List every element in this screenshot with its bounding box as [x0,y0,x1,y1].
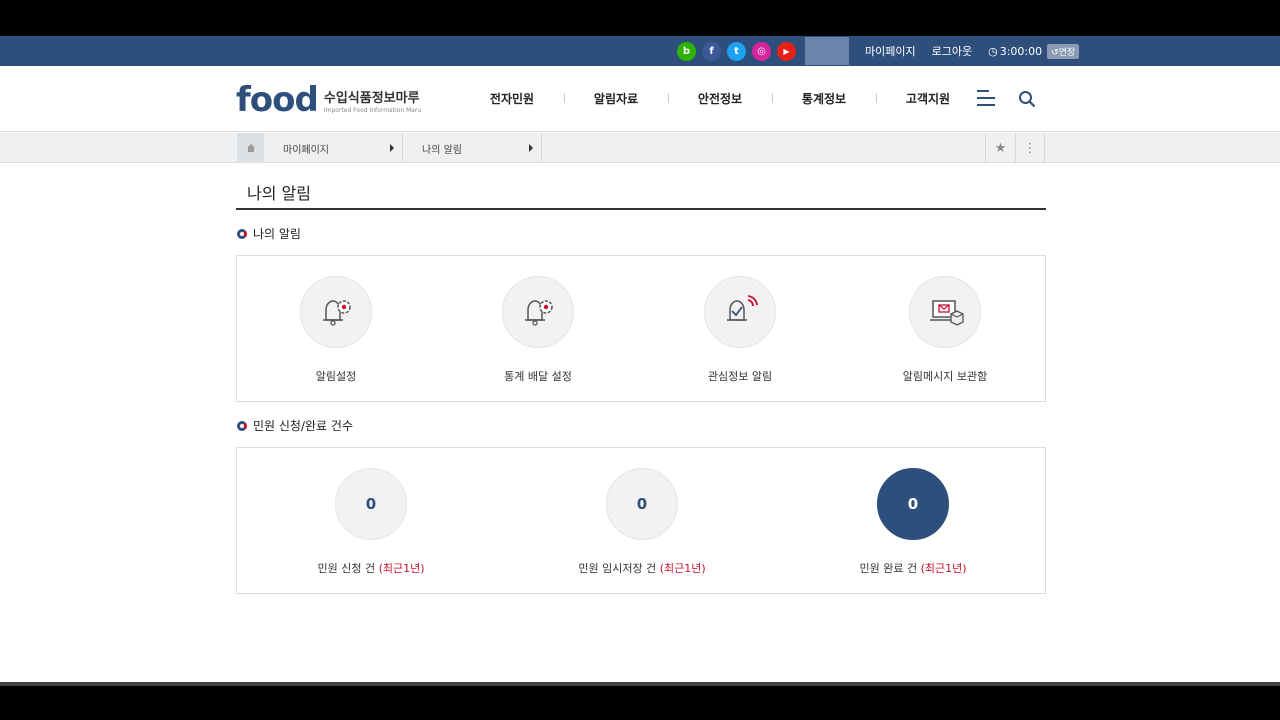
alert-setting-label: 알림설정 [315,370,357,383]
bell-star-icon [704,276,776,348]
browser-viewport: b f t ◎ ▶ 마이페이지 로그아웃 ◷ 3:00:00 ↺연장 food … [0,36,1280,682]
page-title: 나의 알림 [247,184,311,203]
user-name-box [805,37,849,65]
favorite-star-icon[interactable]: ★ [985,133,1015,163]
blog-icon[interactable]: b [677,41,696,61]
counts-panel: 0 민원 신청 건 (최근1년) 0 민원 임시저장 건 (최근1년) 0 민원… [236,447,1046,594]
count-recent-applied: (최근1년) [378,562,425,575]
section-bullet-icon [237,228,247,239]
site-logo[interactable]: food 수입식품정보마루 Imported Food Information … [236,80,421,120]
timer-value: 3:00:00 [999,44,1043,58]
home-icon[interactable] [237,133,264,163]
nav-item-notices[interactable]: 알림자료 [564,90,668,107]
count-value-applied: 0 [335,468,407,540]
session-timer: ◷ 3:00:00 ↺연장 [988,43,1080,59]
count-recent-completed: (최근1년) [920,562,967,575]
breadcrumb-label-my-alerts: 나의 알림 [422,144,462,156]
section-title-alerts-text: 나의 알림 [253,227,301,241]
count-tile-applied[interactable]: 0 민원 신청 건 (최근1년) [297,468,445,576]
main-navigation: 전자민원 알림자료 안전정보 통계정보 고객지원 [460,90,980,107]
nav-item-e-petition[interactable]: 전자민원 [460,90,564,107]
interest-alert-label: 관심정보 알림 [707,370,773,383]
stats-delivery-label: 통계 배달 설정 [504,370,572,383]
count-label-draft-text: 민원 임시저장 건 [578,562,657,575]
bell-gear-icon [502,276,574,348]
count-label-completed: 민원 완료 건 (최근1년) [839,560,987,576]
extend-session-button[interactable]: ↺연장 [1047,43,1080,59]
breadcrumb-item-mypage[interactable]: 마이페이지 [264,133,403,163]
breadcrumb-item-my-alerts[interactable]: 나의 알림 [403,133,542,163]
mypage-link[interactable]: 마이페이지 [865,43,916,59]
breadcrumb-label-mypage: 마이페이지 [283,144,329,156]
extend-label: 연장 [1058,47,1076,58]
count-recent-draft: (최근1년) [659,562,706,575]
logo-wordmark: food [236,80,319,120]
bell-gear-icon [300,276,372,348]
section-bullet-icon [237,420,247,431]
nav-item-safety-info[interactable]: 안전정보 [668,90,772,107]
youtube-icon[interactable]: ▶ [777,41,796,61]
more-options-icon[interactable]: ⋮ [1015,133,1045,163]
section-title-alerts: 나의 알림 [237,225,301,242]
title-divider [236,208,1046,210]
interest-alert-tile[interactable]: 관심정보 알림 [695,276,785,384]
site-header: food 수입식품정보마루 Imported Food Information … [0,66,1280,132]
caret-right-icon [390,144,394,152]
count-label-applied-text: 민원 신청 건 [317,562,376,575]
count-label-completed-text: 민원 완료 건 [859,562,918,575]
breadcrumb: 마이페이지 나의 알림 ★ ⋮ [0,133,1280,163]
message-box-icon [909,276,981,348]
alerts-panel: 알림설정 통계 배달 설정 관심정보 알림 알림메시지 보관함 [236,255,1046,402]
count-value-completed: 0 [877,468,949,540]
instagram-icon[interactable]: ◎ [752,41,771,61]
refresh-icon: ↺ [1051,47,1059,58]
nav-item-customer-support[interactable]: 고객지원 [876,90,980,107]
logout-link[interactable]: 로그아웃 [932,43,972,59]
clock-icon: ◷ [988,44,998,58]
search-icon[interactable] [1018,90,1036,108]
section-title-counts-text: 민원 신청/완료 건수 [253,419,353,433]
message-box-label: 알림메시지 보관함 [902,370,988,383]
count-tile-completed[interactable]: 0 민원 완료 건 (최근1년) [839,468,987,576]
logo-english-name: Imported Food Information Maru [323,106,422,114]
top-utility-bar: b f t ◎ ▶ 마이페이지 로그아웃 ◷ 3:00:00 ↺연장 [0,36,1280,66]
twitter-icon[interactable]: t [727,41,746,61]
nav-item-statistics[interactable]: 통계정보 [772,90,876,107]
section-title-counts: 민원 신청/완료 건수 [237,417,353,434]
logo-korean-name: 수입식품정보마루 [323,90,420,106]
alert-setting-tile[interactable]: 알림설정 [300,276,372,384]
facebook-icon[interactable]: f [702,41,721,61]
stats-delivery-tile[interactable]: 통계 배달 설정 [482,276,594,384]
message-box-tile[interactable]: 알림메시지 보관함 [889,276,1001,384]
count-tile-draft[interactable]: 0 민원 임시저장 건 (최근1년) [555,468,729,576]
hamburger-menu-icon[interactable] [977,90,995,106]
count-value-draft: 0 [606,468,678,540]
caret-right-icon [529,144,533,152]
count-label-applied: 민원 신청 건 (최근1년) [297,560,445,576]
bottom-edge-bar [0,682,1280,686]
count-label-draft: 민원 임시저장 건 (최근1년) [555,560,729,576]
